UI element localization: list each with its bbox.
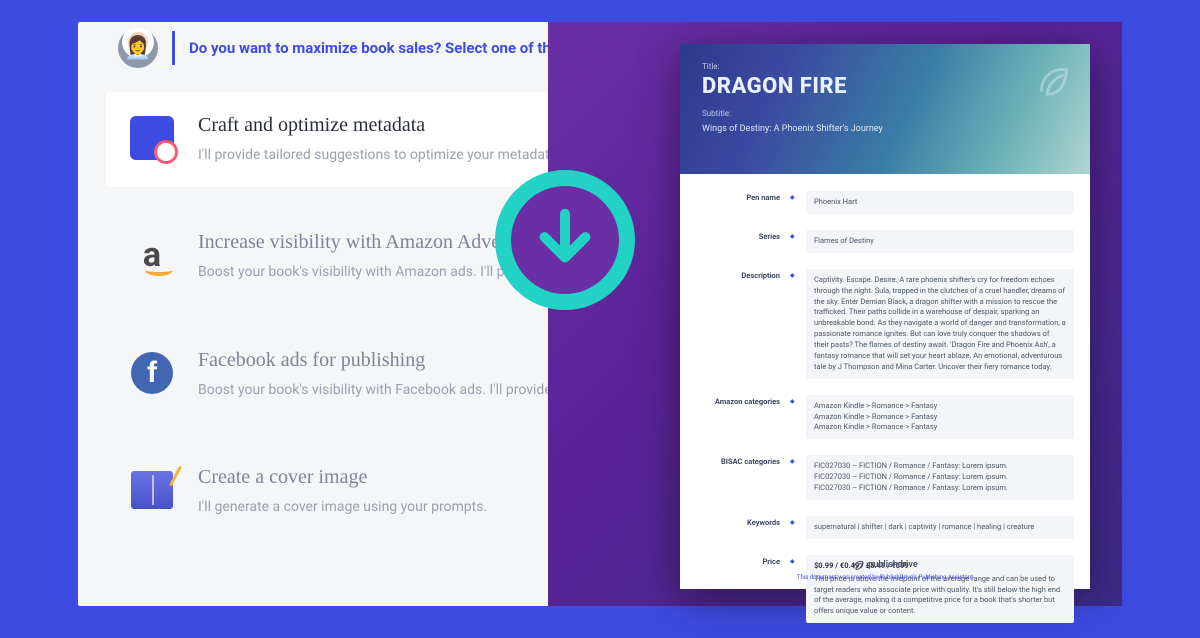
facebook-icon: f — [128, 349, 176, 397]
doc-row-pen-name: Pen name ◆ Phoenix Hart — [696, 184, 1074, 221]
diamond-icon: ◆ — [790, 395, 798, 440]
doc-row-description: Description ◆ Captivity. Escape. Desire.… — [696, 262, 1074, 386]
download-arrow-icon — [530, 205, 600, 275]
metadata-icon — [128, 114, 176, 162]
document-preview-stage: Title: DRAGON FIRE Subtitle: Wings of De… — [548, 22, 1122, 606]
assistant-prompt-text: Do you want to maximize book sales? Sele… — [172, 31, 593, 65]
doc-title: DRAGON FIRE — [702, 74, 1068, 99]
option-metadata[interactable]: Craft and optimize metadata I'll provide… — [106, 92, 614, 187]
diamond-icon: ◆ — [790, 455, 798, 500]
option-cover-image[interactable]: Create a cover image I'll generate a cov… — [106, 444, 614, 539]
doc-row-amazon-categories: Amazon categories ◆ Amazon Kindle > Roma… — [696, 388, 1074, 447]
doc-subtitle-label: Subtitle: — [702, 109, 1068, 118]
download-button[interactable] — [495, 170, 635, 310]
option-title: Craft and optimize metadata — [198, 114, 588, 137]
metadata-document: Title: DRAGON FIRE Subtitle: Wings of De… — [680, 44, 1090, 589]
option-facebook-ads[interactable]: f Facebook ads for publishing Boost your… — [106, 327, 614, 422]
footer-brand: publishdrive — [680, 559, 1090, 571]
cover-book-icon — [128, 466, 176, 514]
diamond-icon: ◆ — [790, 191, 798, 214]
diamond-icon: ◆ — [790, 516, 798, 539]
option-desc: I'll provide tailored suggestions to opt… — [198, 145, 588, 165]
doc-header: Title: DRAGON FIRE Subtitle: Wings of De… — [680, 44, 1090, 174]
doc-subtitle: Wings of Destiny: A Phoenix Shifter's Jo… — [702, 124, 1068, 134]
option-title: Create a cover image — [198, 466, 588, 489]
diamond-icon: ◆ — [790, 269, 798, 379]
doc-footer: publishdrive This document was created b… — [680, 559, 1090, 581]
doc-row-keywords: Keywords ◆ supernatural | shifter | dark… — [696, 509, 1074, 546]
footer-note: This document was created by PublishDriv… — [680, 574, 1090, 581]
doc-title-label: Title: — [702, 62, 1068, 71]
doc-row-bisac-categories: BISAC categories ◆ FIC027030 – FICTION /… — [696, 448, 1074, 507]
publishdrive-mark-icon — [852, 559, 864, 571]
option-title: Facebook ads for publishing — [198, 349, 588, 372]
amazon-icon: a — [128, 231, 176, 279]
option-desc: Boost your book's visibility with Facebo… — [198, 380, 588, 400]
assistant-avatar: 👩‍💼 — [118, 28, 158, 68]
doc-row-series: Series ◆ Flames of Destiny — [696, 223, 1074, 260]
option-desc: I'll generate a cover image using your p… — [198, 497, 588, 517]
diamond-icon: ◆ — [790, 230, 798, 253]
publishdrive-logo-icon — [1034, 62, 1072, 100]
